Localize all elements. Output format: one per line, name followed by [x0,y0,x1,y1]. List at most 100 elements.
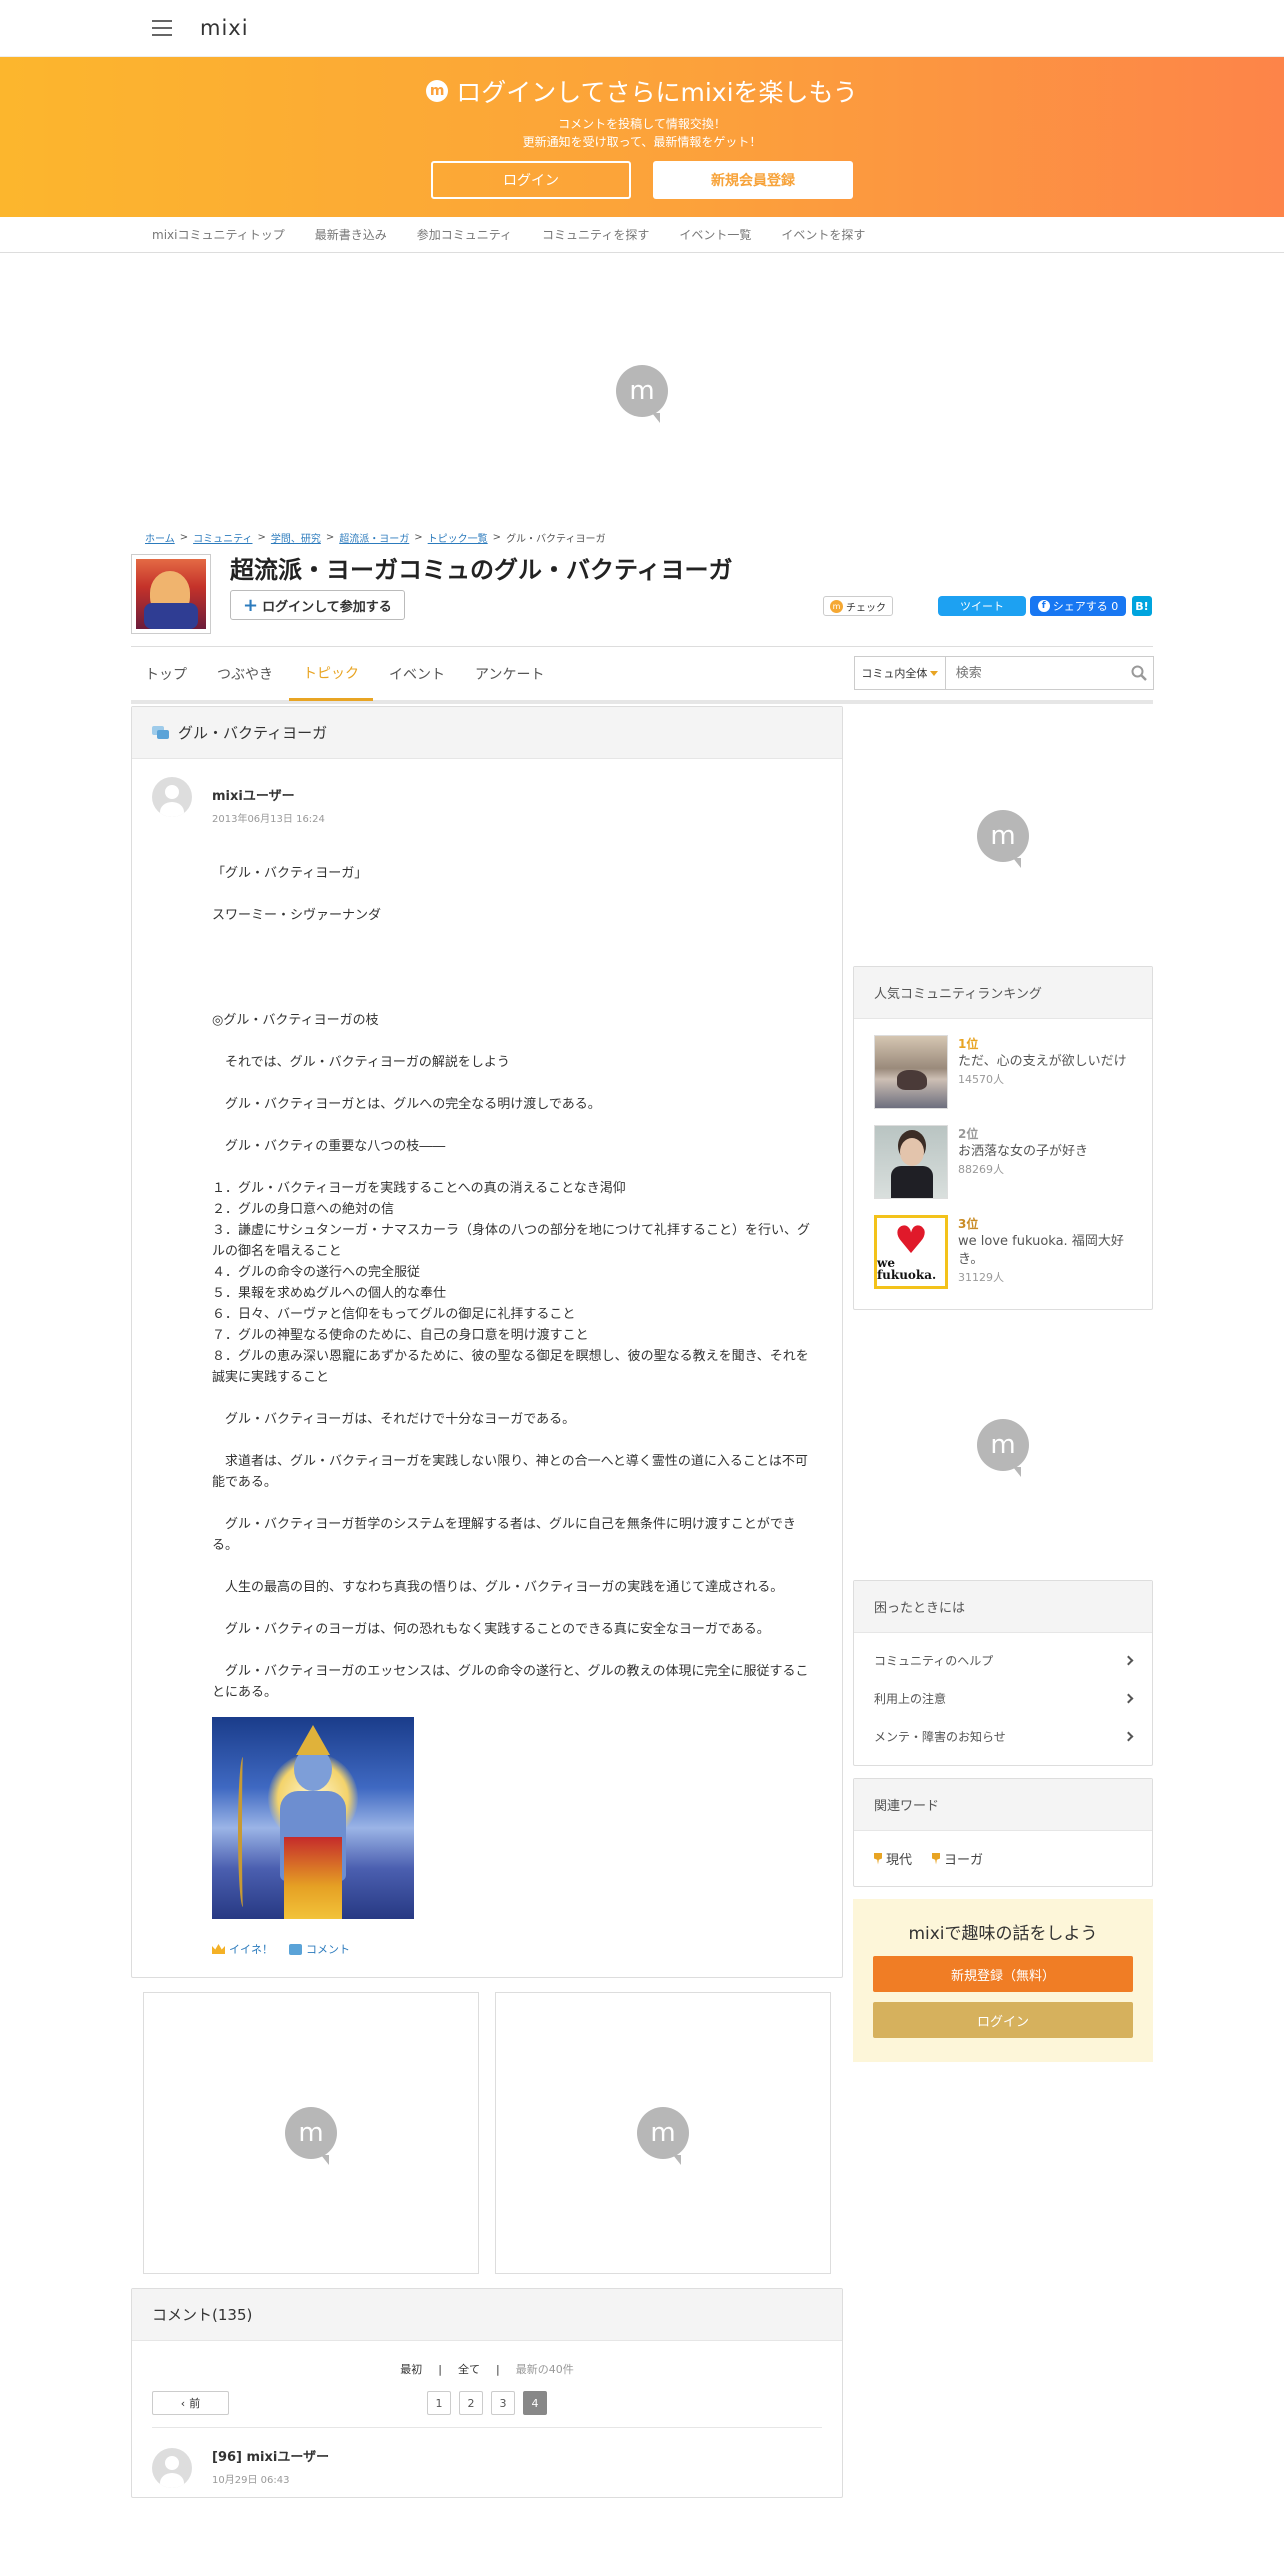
avatar[interactable] [152,2448,192,2488]
tab-event[interactable]: イベント [389,647,445,701]
page-1[interactable]: 1 [427,2391,451,2415]
first-link[interactable]: 最初 [400,2363,422,2376]
check-button[interactable]: m チェック [823,596,893,616]
we-fukuoka-logo: we fukuoka. [877,1256,937,1282]
menu-icon[interactable] [152,20,172,36]
help-link-label: 利用上の注意 [874,1691,947,1706]
help-link-notes[interactable]: 利用上の注意 [854,1679,1152,1717]
topic-post: mixiユーザー 2013年06月13日 16:24 「グル・バクティヨーガ」 … [132,759,842,1977]
banner-line-1: コメントを投稿して情報交換！ [558,117,726,131]
rank-community-name[interactable]: ただ、心の支えが欲しいだけ [958,1053,1127,1071]
breadcrumb-community[interactable]: コミュニティ [193,530,252,545]
related-words-card: 関連ワード 現代 ヨーガ [853,1778,1153,1887]
pin-icon [932,1852,941,1865]
sidebar-ad-middle: m [853,1310,1153,1580]
rank-community-name[interactable]: お洒落な女の子が好き [958,1143,1088,1161]
banner-title: m ログインしてさらにmixiを楽しもう [0,73,1284,109]
facebook-icon: f [1037,600,1050,612]
related-word-label: ヨーガ [944,1853,984,1868]
page-2[interactable]: 2 [459,2391,483,2415]
ranking-item[interactable]: 1位 ただ、心の支えが欲しいだけ 14570人 [854,1019,1152,1109]
ranking-thumbnail[interactable] [874,1125,948,1199]
subnav-find-event[interactable]: イベントを探す [781,226,865,243]
subnav-event-list[interactable]: イベント一覧 [679,226,751,243]
post-image[interactable] [212,1717,414,1919]
ranking-card: 人気コミュニティランキング 1位 ただ、心の支えが欲しいだけ 14570人 2位… [853,966,1153,1310]
post-date: 2013年06月13日 16:24 [212,814,325,825]
tab-top[interactable]: トップ [145,647,187,701]
search-input[interactable] [945,657,1126,689]
community-subnav: mixiコミュニティトップ 最新書き込み 参加コミュニティ コミュニティを探す … [0,217,1284,253]
comment-button[interactable]: コメント [289,1941,350,1957]
promo-register-button[interactable]: 新規登録（無料） [873,1956,1133,1992]
banner-line-2: 更新通知を受け取って、最新情報をゲット！ [522,135,762,149]
search-scope-label: コミュ内全体 [861,667,928,680]
comment-icon [289,1943,302,1955]
all-link[interactable]: 全て [458,2363,480,2376]
chevron-left-icon: ‹ [180,2396,186,2410]
join-community-button[interactable]: + ログインして参加する [230,590,405,620]
chevron-right-icon [1123,1655,1134,1665]
comment-user-name[interactable]: [96] mixiユーザー [212,2446,822,2465]
tab-tsubuyaki[interactable]: つぶやき [217,647,273,701]
related-word[interactable]: ヨーガ [932,1849,983,1868]
like-label: イイネ！ [229,1943,273,1956]
ad-pair: m m [131,1992,843,2274]
subnav-find-community[interactable]: コミュニティを探す [542,226,649,243]
subnav-joined-communities[interactable]: 参加コミュニティ [417,226,512,243]
promo-login-button[interactable]: ログイン [873,2002,1133,2038]
tab-topic[interactable]: トピック [289,647,373,701]
breadcrumb-separator: > [179,531,189,543]
rank-member-count: 31129人 [958,1271,1004,1284]
ad-banner-top: m [0,253,1284,528]
banner-register-button[interactable]: 新規会員登録 [653,161,853,199]
comments-title: コメント(135) [152,2306,253,2324]
crown-icon [212,1944,225,1954]
search-icon[interactable] [1126,665,1153,681]
avatar[interactable] [152,777,192,817]
prev-page-button[interactable]: ‹ 前 [152,2391,229,2415]
help-link-maintenance[interactable]: メンテ・障害のお知らせ [854,1717,1152,1755]
breadcrumb-home[interactable]: ホーム [145,530,175,545]
tweet-button[interactable]: ツイート [938,596,1026,616]
hatena-bookmark-button[interactable]: B! [1132,596,1152,616]
search-scope-select[interactable]: コミュ内全体 [855,657,946,689]
related-word-label: 現代 [886,1853,913,1868]
ranking-item[interactable]: 2位 お洒落な女の子が好き 88269人 [854,1109,1152,1199]
page-title: 超流派・ヨーガコミュのグル・バクティヨーガ [230,556,733,584]
ranking-thumbnail[interactable] [874,1035,948,1109]
community-thumbnail[interactable] [131,554,211,634]
tab-survey[interactable]: アンケート [475,647,544,701]
prev-label: 前 [189,2397,201,2410]
ranking-thumbnail[interactable]: ♥ we fukuoka. [874,1215,948,1289]
chevron-down-icon [930,670,939,676]
facebook-share-button[interactable]: f シェアする 0 [1030,596,1126,616]
help-card: 困ったときには コミュニティのヘルプ 利用上の注意 メンテ・障害のお知らせ [853,1580,1153,1766]
chevron-right-icon [1123,1693,1134,1703]
breadcrumb-separator: > [492,531,502,543]
breadcrumb-community-name[interactable]: 超流派・ヨーガ [339,530,409,545]
page-4-current[interactable]: 4 [523,2391,547,2415]
ranking-item[interactable]: ♥ we fukuoka. 3位 we love fukuoka. 福岡大好き。… [854,1199,1152,1309]
check-label: チェック [846,602,886,614]
rank-community-name[interactable]: we love fukuoka. 福岡大好き。 [958,1233,1132,1269]
banner-login-button[interactable]: ログイン [431,161,631,199]
related-word[interactable]: 現代 [874,1849,912,1868]
topic-card: グル・バクティヨーガ mixiユーザー 2013年06月13日 16:24 「グ… [131,706,843,1978]
subnav-community-top[interactable]: mixiコミュニティトップ [152,226,285,243]
plus-icon: + [243,594,259,616]
page-3[interactable]: 3 [491,2391,515,2415]
sidebar: m 人気コミュニティランキング 1位 ただ、心の支えが欲しいだけ 14570人 … [853,706,1153,2062]
ad-box-left: m [143,1992,479,2274]
breadcrumb-topic-list[interactable]: トピック一覧 [428,530,488,545]
top-bar: mixi [0,0,1284,57]
help-link-community[interactable]: コミュニティのヘルプ [854,1641,1152,1679]
rank-number: 2位 [958,1127,979,1141]
subnav-latest-posts[interactable]: 最新書き込み [315,226,387,243]
post-user-name[interactable]: mixiユーザー [212,785,822,804]
rank-number: 1位 [958,1037,979,1051]
comment-label: コメント [306,1943,350,1956]
breadcrumb-category[interactable]: 学問、研究 [271,530,321,545]
like-button[interactable]: イイネ！ [212,1941,273,1957]
mixi-logo[interactable]: mixi [200,16,249,40]
